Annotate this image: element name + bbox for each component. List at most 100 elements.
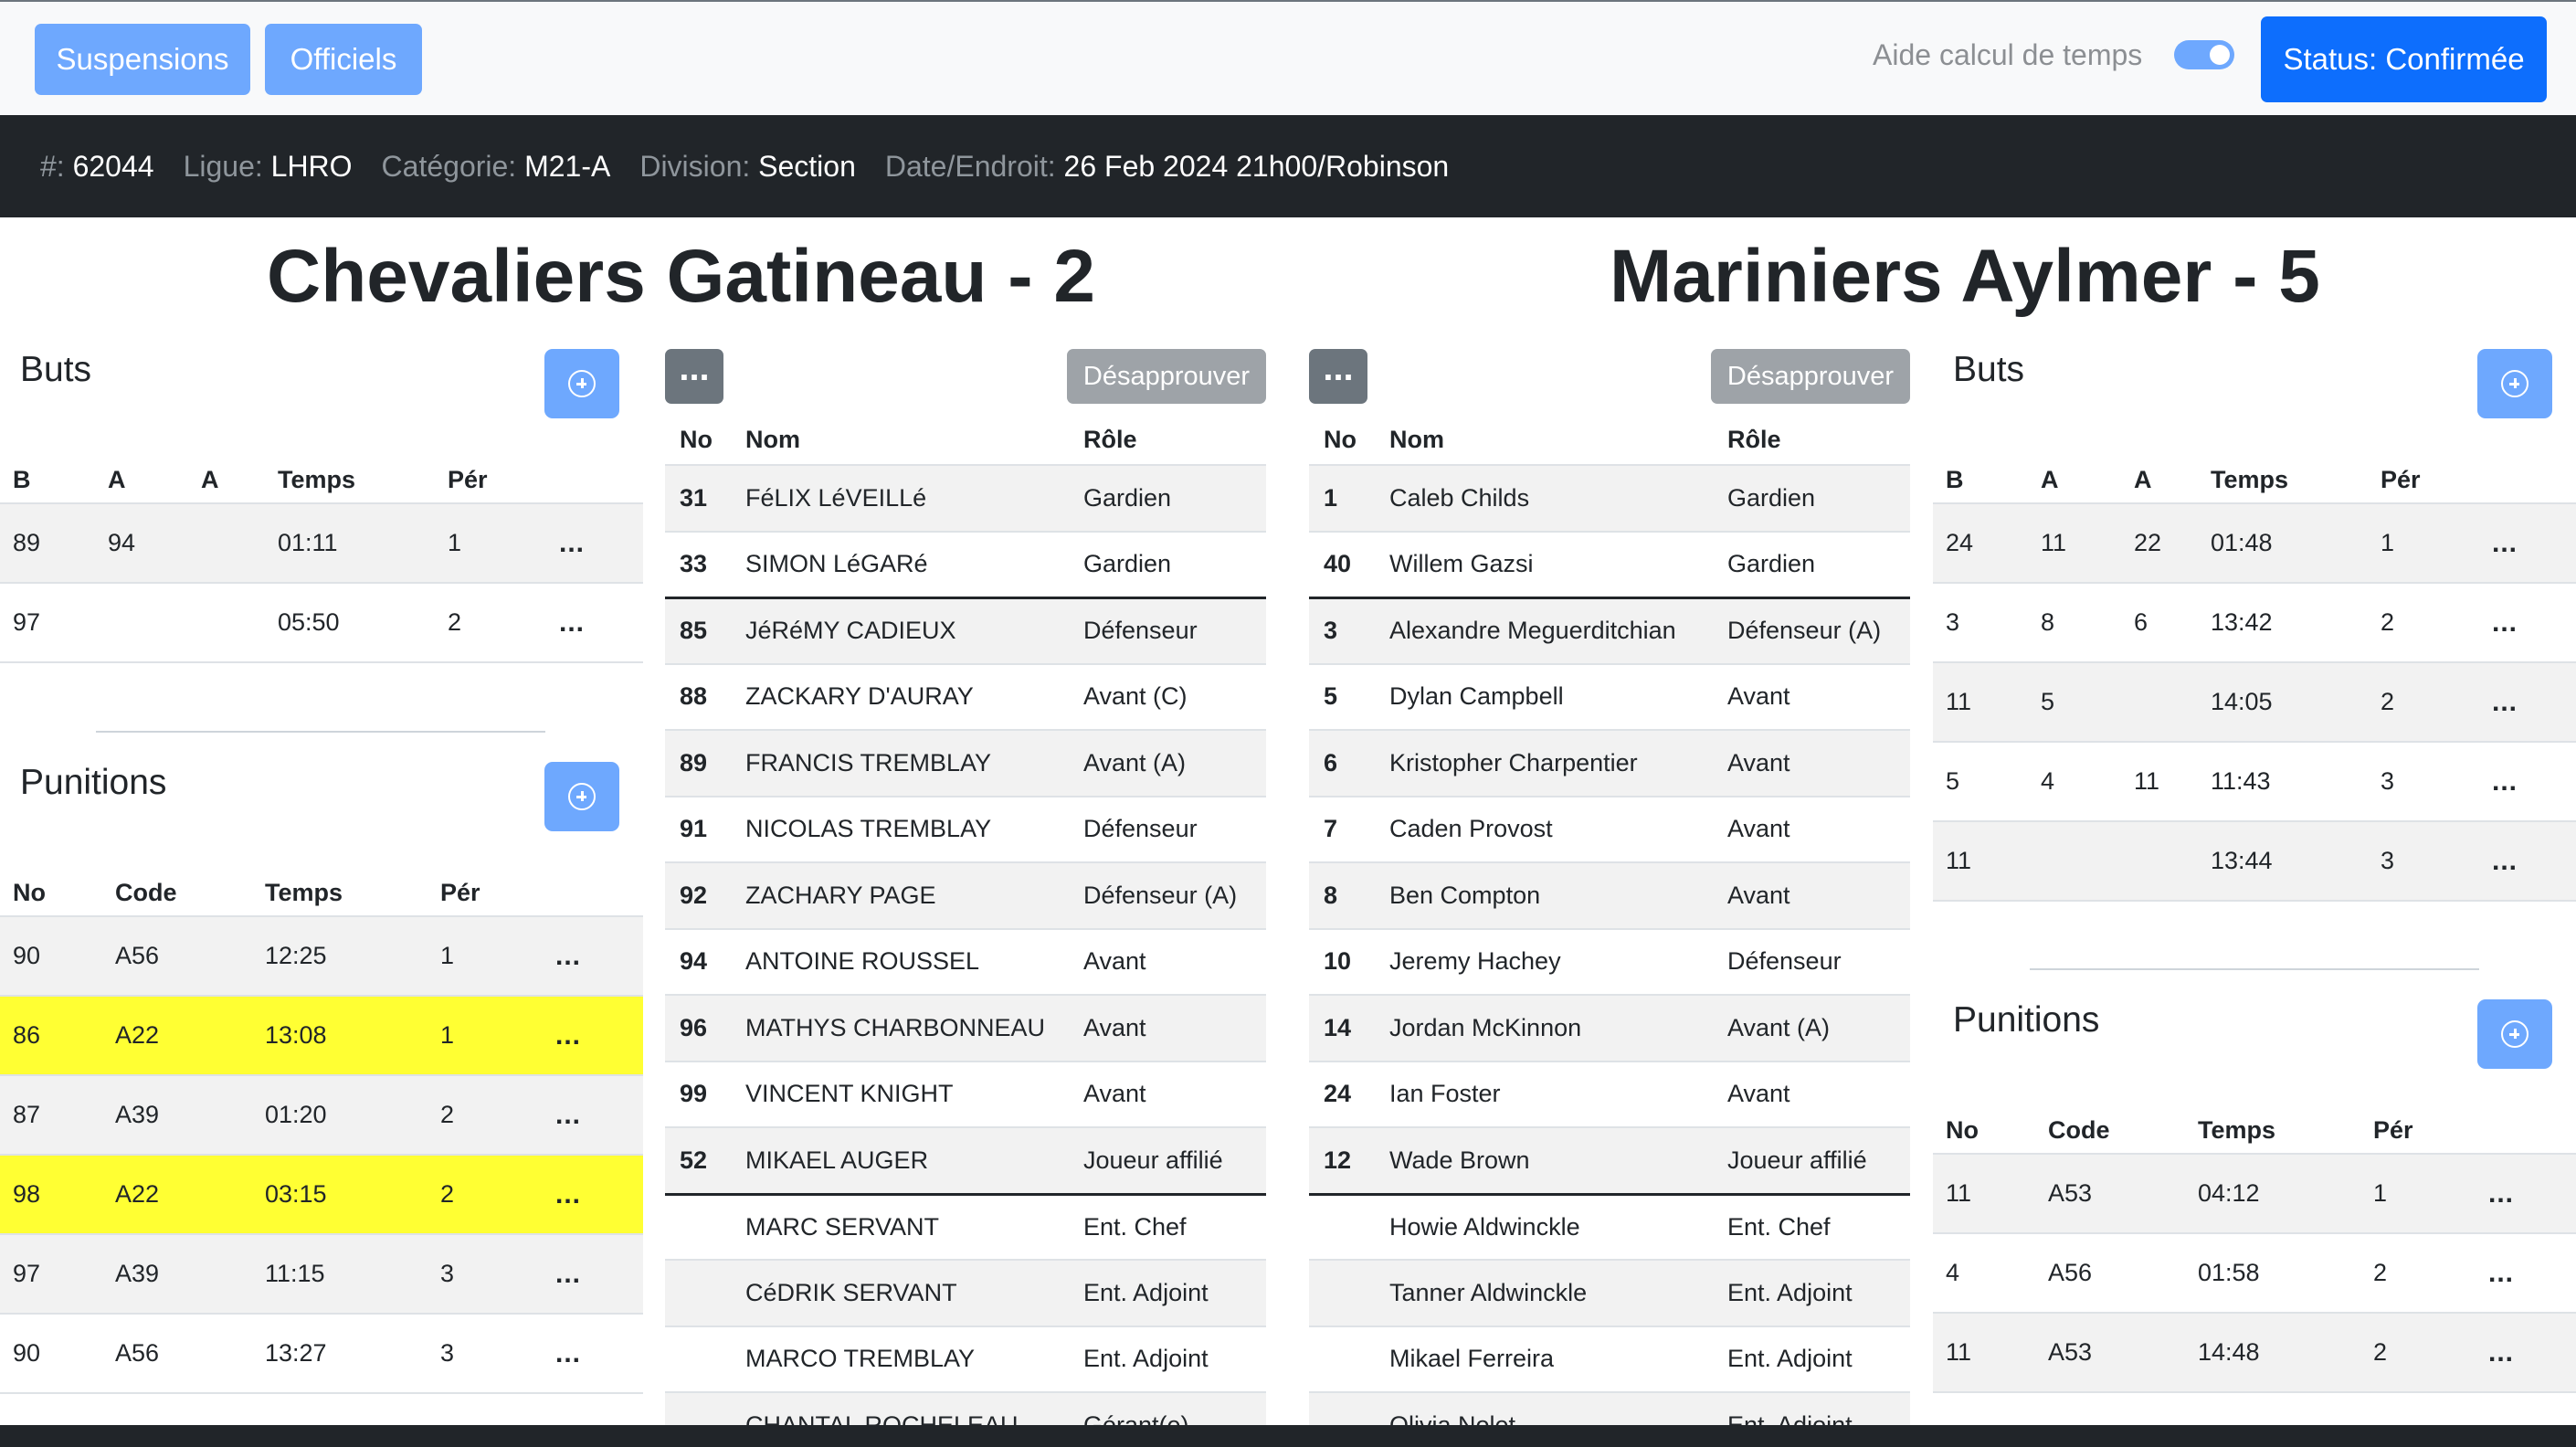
row-menu-button[interactable]: ...	[555, 1235, 581, 1313]
player-role: Ent. Adjoint	[1083, 1278, 1209, 1306]
punition-code: A53	[2048, 1338, 2093, 1366]
roster-row: 91 NICOLAS TREMBLAY Défenseur	[665, 795, 1266, 862]
column-header: No	[13, 878, 46, 906]
punition-code: A22	[115, 1180, 160, 1208]
table-header: B A A Temps Pér	[1933, 457, 2576, 502]
punition-no: 86	[13, 1021, 41, 1049]
row-menu-button[interactable]: ...	[555, 1156, 581, 1233]
player-number: 7	[1324, 815, 1338, 843]
row-menu-button[interactable]: ...	[2492, 822, 2518, 900]
row-menu-button[interactable]: ...	[2492, 743, 2518, 820]
but-temps: 01:11	[278, 529, 338, 556]
categorie: Catégorie: M21-A	[382, 150, 611, 184]
aide-calcul-toggle[interactable]	[2174, 40, 2234, 69]
row-menu-button[interactable]: ...	[555, 1076, 581, 1154]
player-role: Joueur affilié	[1727, 1146, 1867, 1174]
column-header: Nom	[745, 425, 800, 453]
table-row: 86 A22 13:08 1...	[0, 995, 643, 1074]
row-menu-button[interactable]: ...	[2492, 504, 2518, 582]
division-value: Section	[758, 149, 856, 183]
row-menu-button[interactable]: ...	[559, 584, 585, 661]
home-roster-more-button[interactable]: ...	[665, 348, 723, 404]
table-row: 24 11 22 01:48 1...	[1933, 502, 2576, 582]
player-name: MARC SERVANT	[745, 1212, 940, 1241]
punition-no: 98	[13, 1180, 41, 1208]
home-desapprouver-button[interactable]: Désapprouver	[1067, 349, 1266, 404]
player-number: 33	[680, 550, 708, 578]
column-header: B	[1946, 465, 1964, 493]
column-header: A	[2041, 465, 2059, 493]
row-menu-button[interactable]: ...	[555, 917, 581, 995]
player-name: Dylan Campbell	[1389, 682, 1564, 711]
roster-row: 33 SIMON LéGARé Gardien	[665, 530, 1266, 597]
player-role: Avant	[1083, 1080, 1146, 1108]
away-add-but-button[interactable]	[2477, 349, 2552, 418]
suspensions-button[interactable]: Suspensions	[35, 24, 250, 95]
player-name: Tanner Aldwinckle	[1389, 1278, 1588, 1306]
row-menu-button[interactable]: ...	[555, 997, 581, 1074]
row-menu-button[interactable]: ...	[555, 1315, 581, 1392]
punition-per: 2	[2373, 1338, 2388, 1366]
away-add-punition-button[interactable]	[2477, 999, 2552, 1069]
punition-code: A56	[115, 1339, 160, 1367]
player-role: Ent. Adjoint	[1727, 1345, 1853, 1373]
table-row: 11 13:44 3...	[1933, 820, 2576, 900]
punition-temps: 03:15	[265, 1180, 327, 1208]
punition-per: 1	[440, 1021, 455, 1049]
table-row: 90 A56 12:25 1...	[0, 915, 643, 995]
table-row: 97 A39 11:15 3...	[0, 1233, 643, 1313]
game-number-label: #:	[40, 149, 65, 183]
player-number: 12	[1324, 1146, 1352, 1174]
away-team-title: Mariniers Aylmer - 5	[1610, 235, 2320, 318]
date-value: 26 Feb 2024 21h00/Robinson	[1063, 149, 1450, 183]
punition-no: 90	[13, 942, 41, 969]
roster-row: 12 Wade Brown Joueur affilié	[1309, 1126, 1910, 1193]
away-punitions-title: Punitions	[1953, 1000, 2100, 1040]
column-header: Rôle	[1083, 425, 1137, 453]
categorie-label: Catégorie:	[381, 149, 517, 183]
away-divider	[2030, 968, 2479, 970]
roster-row: 92 ZACHARY PAGE Défenseur (A)	[665, 861, 1266, 928]
table-row: 90 A56 13:27 3...	[0, 1313, 643, 1392]
row-menu-button[interactable]: ...	[2488, 1314, 2514, 1391]
player-role: Ent. Adjoint	[1727, 1278, 1853, 1306]
away-roster-more-button[interactable]: ...	[1309, 348, 1367, 404]
roster-row: 3 Alexandre Meguerditchian Défenseur (A)	[1309, 597, 1910, 663]
row-menu-button[interactable]: ...	[2488, 1234, 2514, 1312]
player-role: Gardien	[1727, 550, 1816, 578]
player-name: FéLIX LéVEILLé	[745, 483, 927, 512]
status-button[interactable]: Status: Confirmée	[2261, 16, 2547, 102]
but-a2: 22	[2134, 529, 2162, 556]
row-menu-button[interactable]: ...	[2492, 663, 2518, 741]
home-add-punition-button[interactable]	[544, 762, 619, 831]
row-menu-button[interactable]: ...	[559, 504, 585, 582]
player-name: Howie Aldwinckle	[1389, 1212, 1580, 1241]
player-name: MIKAEL AUGER	[745, 1146, 929, 1174]
player-number: 3	[1324, 617, 1338, 645]
punition-code: A39	[115, 1101, 160, 1128]
column-header: Pér	[2373, 1115, 2413, 1144]
roster-row: 14 Jordan McKinnon Avant (A)	[1309, 994, 1910, 1061]
but-b: 89	[13, 529, 41, 556]
roster-row: 52 MIKAEL AUGER Joueur affilié	[665, 1126, 1266, 1193]
but-b: 5	[1946, 767, 1960, 795]
officiels-button[interactable]: Officiels	[265, 24, 422, 95]
punition-code: A56	[2048, 1259, 2093, 1286]
table-header: No Nom Rôle	[1309, 415, 1910, 464]
but-temps: 01:48	[2211, 529, 2273, 556]
player-role: Gardien	[1083, 550, 1172, 578]
date-label: Date/Endroit:	[884, 149, 1056, 183]
player-role: Défenseur	[1083, 815, 1198, 843]
column-header: Temps	[265, 878, 343, 906]
home-add-but-button[interactable]	[544, 349, 619, 418]
row-menu-button[interactable]: ...	[2488, 1155, 2514, 1232]
player-role: Avant	[1727, 682, 1790, 711]
table-header: No Code Temps Pér	[0, 870, 643, 915]
but-per: 2	[2381, 608, 2395, 636]
table-row: 87 A39 01:20 2...	[0, 1074, 643, 1154]
row-menu-button[interactable]: ...	[2492, 584, 2518, 661]
away-desapprouver-button[interactable]: Désapprouver	[1711, 349, 1910, 404]
player-name: Alexandre Meguerditchian	[1389, 617, 1676, 645]
home-team-title: Chevaliers Gatineau - 2	[267, 235, 1095, 318]
player-role: Avant	[1083, 947, 1146, 976]
